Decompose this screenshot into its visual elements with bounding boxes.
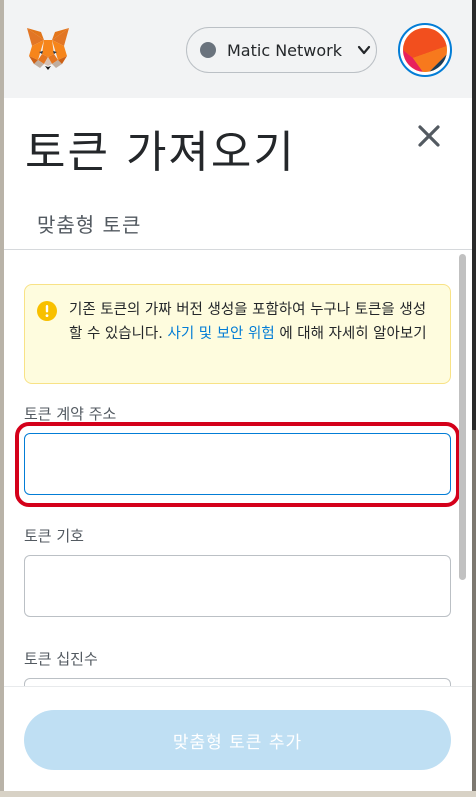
background-strip-bottom [0, 791, 476, 797]
close-icon[interactable] [414, 121, 444, 151]
network-selector[interactable]: Matic Network [186, 27, 377, 73]
chevron-down-icon [357, 45, 371, 55]
background-strip-right-top [472, 0, 476, 430]
token-decimals-label: 토큰 십진수 [24, 650, 98, 668]
warning-banner: 기존 토큰의 가짜 버전 생성을 포함하여 누구나 토큰을 생성할 수 있습니다… [24, 284, 451, 384]
network-name: Matic Network [227, 40, 343, 60]
warning-message: 기존 토큰의 가짜 버전 생성을 포함하여 누구나 토큰을 생성할 수 있습니다… [69, 298, 439, 346]
metamask-popup: Matic Network 토큰 가져오기 맞춤형 토큰 기존 토큰의 가짜 버… [4, 0, 472, 791]
scam-risk-link[interactable]: 사기 및 보안 위험 [167, 326, 274, 342]
tab-custom-token[interactable]: 맞춤형 토큰 [37, 209, 141, 238]
contract-address-input[interactable] [24, 433, 451, 495]
token-symbol-label: 토큰 기호 [24, 527, 84, 545]
metamask-fox-icon[interactable] [24, 26, 72, 72]
scrollbar-thumb[interactable] [459, 254, 466, 580]
footer-divider [4, 686, 472, 687]
form-scroll-area[interactable]: 기존 토큰의 가짜 버전 생성을 포함하여 누구나 토큰을 생성할 수 있습니다… [4, 250, 472, 686]
warning-text-after: 에 대해 자세히 알아보기 [279, 326, 427, 342]
token-decimals-input[interactable] [24, 678, 451, 686]
page-title: 토큰 가져오기 [25, 127, 296, 178]
footer: 맞춤형 토큰 추가 [4, 686, 472, 791]
token-symbol-input[interactable] [24, 555, 451, 617]
info-circle-icon [37, 301, 57, 321]
contract-address-label: 토큰 계약 주소 [24, 405, 117, 423]
identicon-icon [403, 28, 447, 72]
add-custom-token-button[interactable]: 맞춤형 토큰 추가 [24, 710, 451, 770]
account-avatar[interactable] [398, 23, 452, 77]
network-status-dot [200, 42, 216, 58]
app-header: Matic Network [4, 0, 472, 98]
